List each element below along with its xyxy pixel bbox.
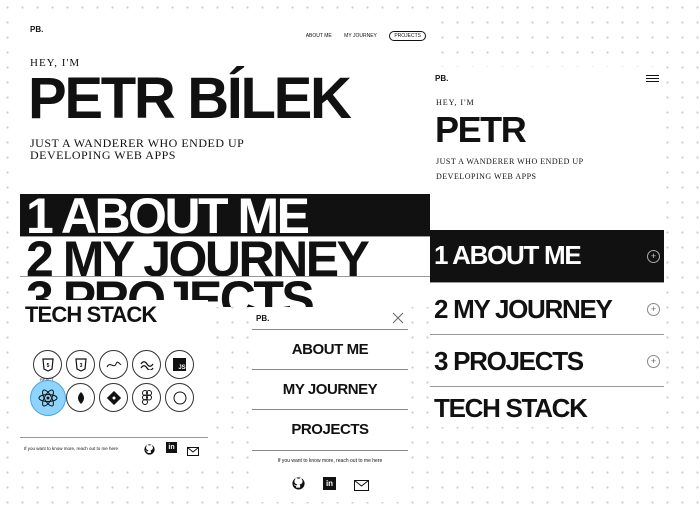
github-icon[interactable] bbox=[144, 442, 155, 460]
overlay-mail-icon[interactable] bbox=[354, 478, 369, 496]
html5-icon: 5 bbox=[33, 350, 62, 379]
tailwind-icon bbox=[132, 350, 161, 379]
menu-about-me-label: 1 ABOUT ME bbox=[26, 194, 310, 238]
mobile-tech-stack-section: TECH STACK bbox=[430, 386, 664, 427]
mobile-menu-my-journey[interactable]: 2 MY JOURNEY + bbox=[430, 282, 664, 335]
logo[interactable]: PB. bbox=[30, 25, 43, 34]
tagline: JUST A WANDERER WHO ENDED UP DEVELOPING … bbox=[30, 137, 244, 161]
plus-icon[interactable]: + bbox=[647, 303, 660, 316]
sass-icon bbox=[99, 350, 128, 379]
mobile-page: PB. HEY, I'M PETR JUST A WANDERER WHO EN… bbox=[430, 67, 664, 230]
mobile-menu-about-me-label: 1 ABOUT ME bbox=[434, 240, 582, 270]
mobile-tech-stack-title: TECH STACK bbox=[434, 393, 588, 423]
linkedin-icon[interactable]: in bbox=[166, 442, 177, 453]
mobile-menu-projects-label: 3 PROJECTS bbox=[434, 346, 584, 376]
menu-about-me[interactable]: 1 ABOUT ME bbox=[20, 194, 430, 238]
tech-stack-panel: TECH STACK 5 REACT 3 JS If you want to k… bbox=[20, 300, 208, 462]
mail-icon[interactable] bbox=[187, 443, 199, 461]
desktop-page: PB. ABOUT ME MY JOURNEY PROJECTS HEY, I'… bbox=[20, 15, 430, 195]
hero-name: PETR BÍLEK bbox=[28, 66, 352, 131]
overlay-linkedin-icon[interactable]: in bbox=[323, 477, 336, 490]
compass-icon bbox=[165, 383, 194, 412]
svg-text:5: 5 bbox=[46, 363, 49, 369]
mobile-tagline: JUST A WANDERER WHO ENDED UP DEVELOPING … bbox=[436, 154, 584, 184]
plus-icon[interactable]: + bbox=[647, 355, 660, 368]
mobile-hero-name: PETR bbox=[435, 109, 527, 150]
js-icon: JS bbox=[165, 350, 194, 379]
mobile-menu-about-me[interactable]: 1 ABOUT ME + bbox=[430, 230, 664, 282]
svg-text:JS: JS bbox=[178, 365, 185, 371]
mobile-tagline-line-1: JUST A WANDERER WHO ENDED UP bbox=[436, 157, 584, 166]
overlay-contact-text: If you want to know more, reach out to m… bbox=[277, 458, 383, 464]
figma-icon bbox=[132, 383, 161, 412]
plus-icon[interactable]: + bbox=[647, 250, 660, 263]
top-nav: ABOUT ME MY JOURNEY PROJECTS bbox=[298, 24, 426, 42]
mobile-menu-my-journey-label: 2 MY JOURNEY bbox=[434, 294, 613, 324]
nav-projects[interactable]: PROJECTS bbox=[389, 31, 426, 41]
overlay-item-projects[interactable]: PROJECTS bbox=[252, 409, 408, 451]
divider bbox=[20, 437, 208, 438]
overlay-menu: PB. ABOUT ME MY JOURNEY PROJECTS If you … bbox=[252, 307, 408, 502]
nav-my-journey[interactable]: MY JOURNEY bbox=[344, 33, 377, 39]
mobile-logo[interactable]: PB. bbox=[435, 74, 448, 83]
tagline-line-2: DEVELOPING WEB APPS bbox=[30, 148, 176, 162]
mobile-menu-projects[interactable]: 3 PROJECTS + bbox=[430, 334, 664, 387]
hamburger-icon[interactable] bbox=[646, 75, 659, 82]
close-icon[interactable] bbox=[392, 311, 404, 329]
tech-stack-title: TECH STACK bbox=[25, 302, 157, 327]
overlay-item-about-me[interactable]: ABOUT ME bbox=[252, 329, 408, 370]
overlay-logo[interactable]: PB. bbox=[256, 314, 269, 323]
nav-about-me[interactable]: ABOUT ME bbox=[306, 33, 332, 39]
node-icon bbox=[66, 383, 95, 412]
contact-text: If you want to know more, reach out to m… bbox=[24, 446, 119, 451]
mobile-tagline-line-2: DEVELOPING WEB APPS bbox=[436, 172, 537, 181]
mobile-greeting: HEY, I'M bbox=[436, 98, 475, 107]
git-icon bbox=[99, 383, 128, 412]
menu-my-journey-label: 2 MY JOURNEY bbox=[26, 236, 370, 281]
css3-icon: 3 bbox=[66, 350, 95, 379]
overlay-github-icon[interactable] bbox=[292, 477, 305, 495]
react-icon[interactable] bbox=[30, 380, 66, 416]
menu-my-journey[interactable]: 2 MY JOURNEY bbox=[20, 236, 430, 281]
svg-text:3: 3 bbox=[79, 363, 82, 369]
overlay-item-my-journey[interactable]: MY JOURNEY bbox=[252, 369, 408, 410]
